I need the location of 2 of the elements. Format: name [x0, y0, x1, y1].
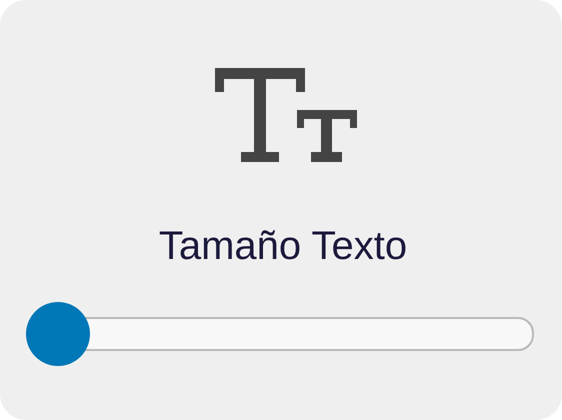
slider[interactable]: [26, 302, 534, 366]
setting-label: Tamaño Texto: [158, 226, 408, 266]
